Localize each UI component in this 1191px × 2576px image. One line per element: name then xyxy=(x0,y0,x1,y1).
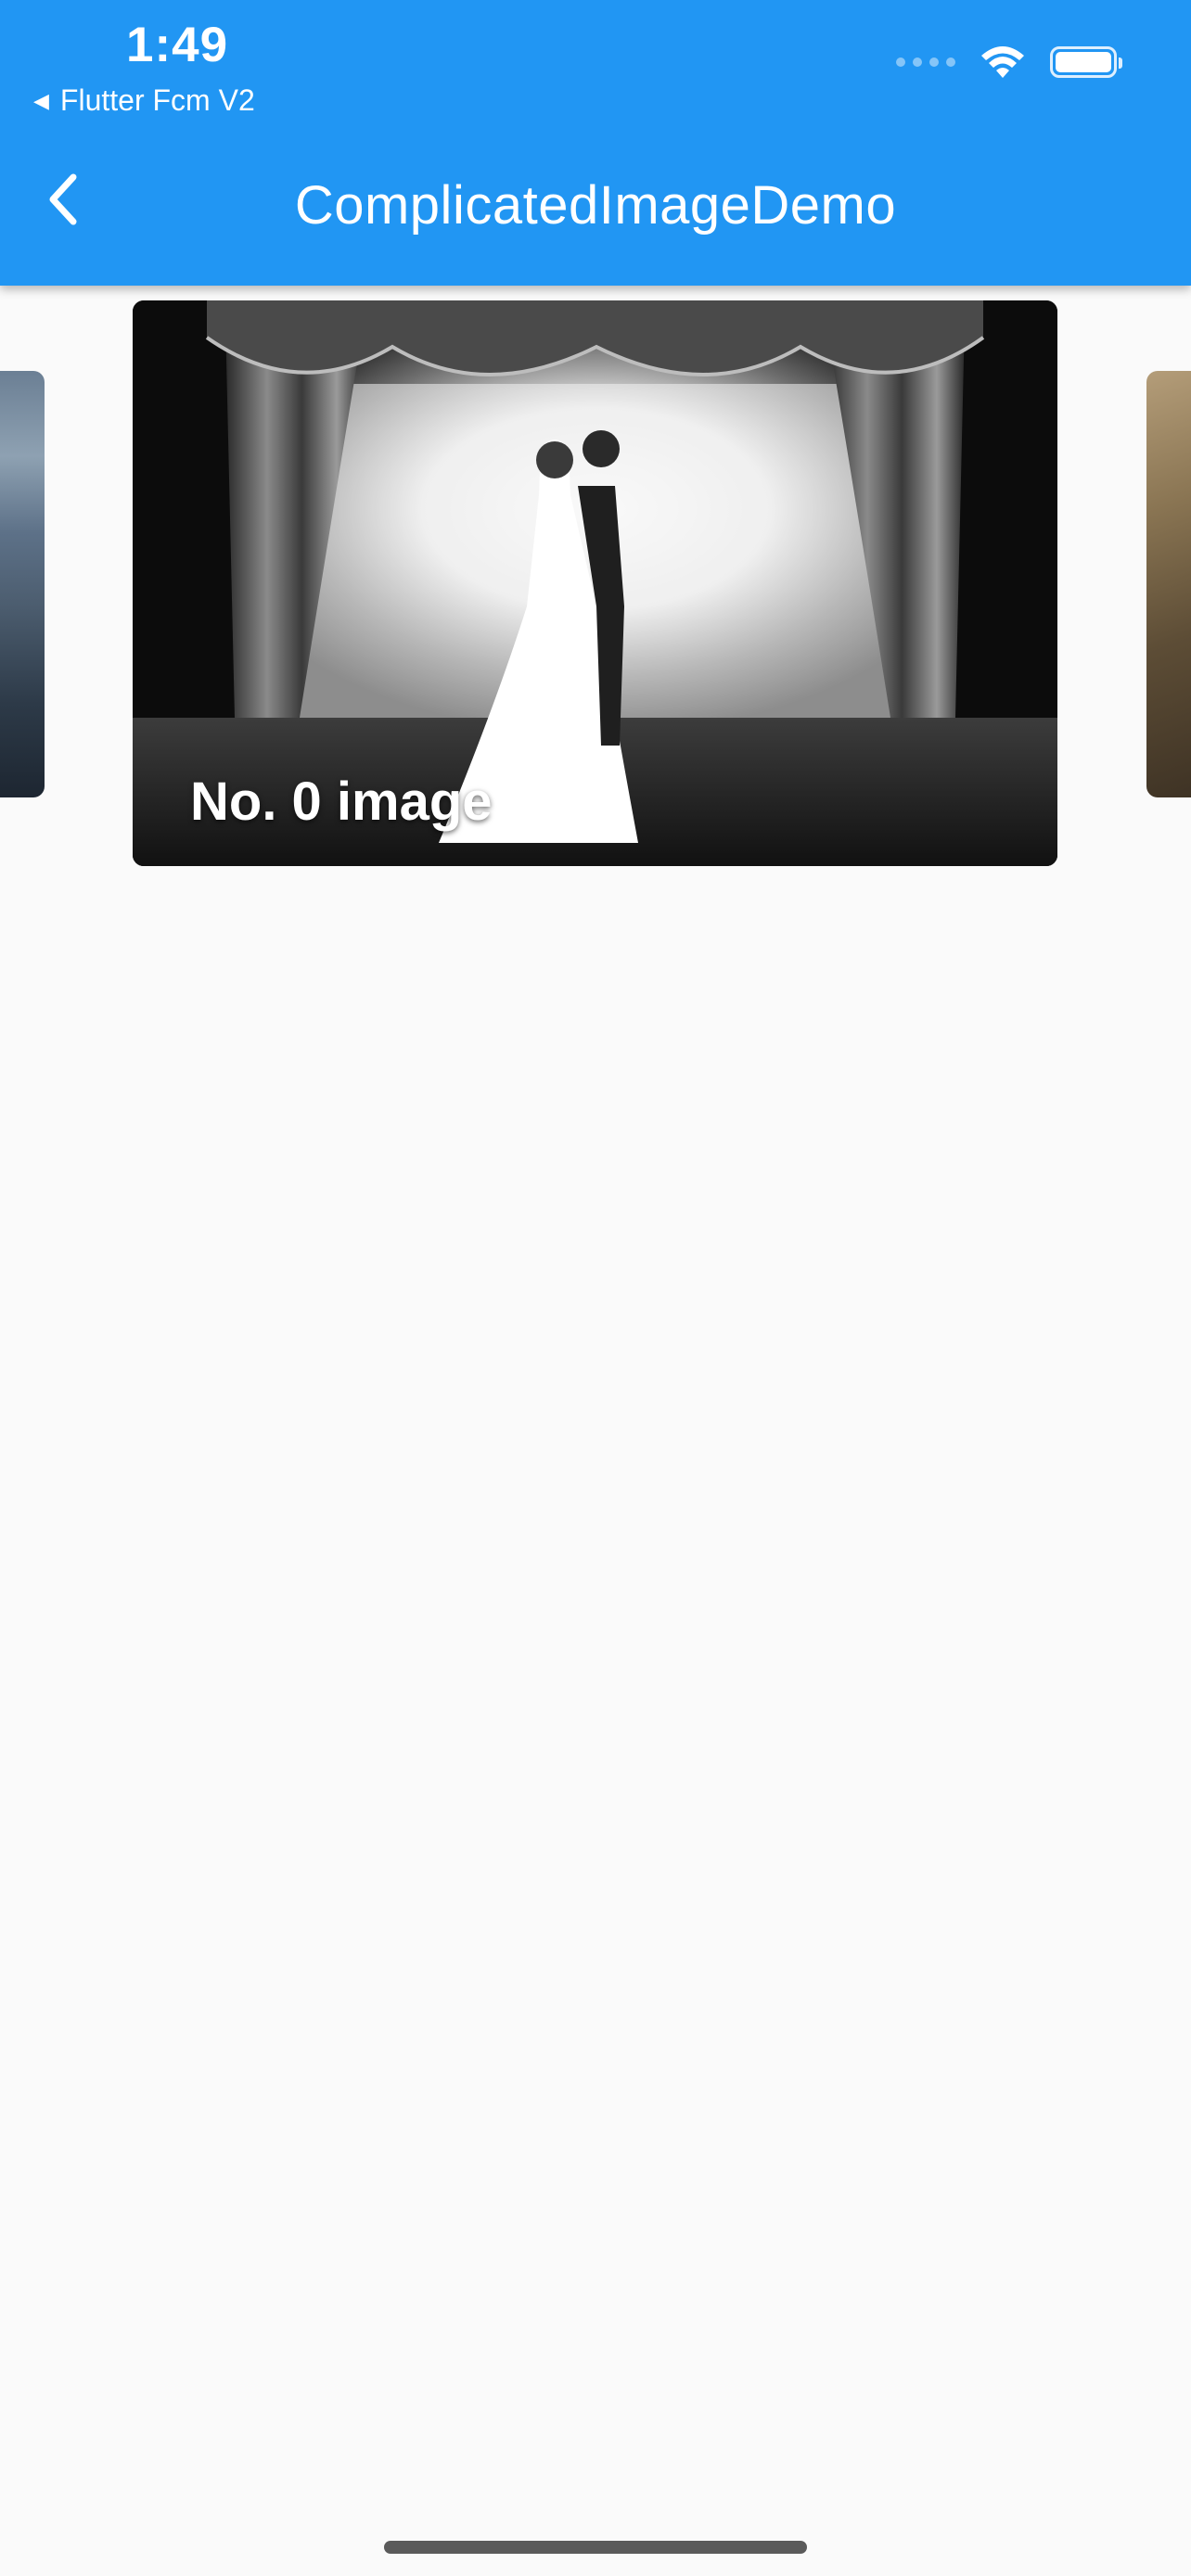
carousel-current-image[interactable]: No. 0 image xyxy=(133,300,1057,866)
battery-icon xyxy=(1050,46,1122,78)
carousel-previous-image[interactable] xyxy=(0,371,45,797)
cellular-signal-icon xyxy=(896,57,955,67)
image-carousel[interactable]: No. 0 image xyxy=(0,286,1191,898)
image-caption: No. 0 image xyxy=(190,772,493,832)
page-title: ComplicatedImageDemo xyxy=(294,175,897,236)
carousel-next-image[interactable] xyxy=(1146,371,1191,797)
status-time: 1:49 xyxy=(126,18,229,72)
back-triangle-icon: ◀ xyxy=(33,88,49,112)
back-to-app-link[interactable]: ◀ Flutter Fcm V2 xyxy=(33,83,255,118)
home-indicator[interactable] xyxy=(384,2541,807,2554)
status-icons xyxy=(896,45,1122,80)
app-bar: 1:49 ◀ Flutter Fcm V2 ComplicatedImageDe… xyxy=(0,0,1191,286)
wifi-icon xyxy=(981,46,1024,78)
back-to-app-label: Flutter Fcm V2 xyxy=(59,83,255,117)
